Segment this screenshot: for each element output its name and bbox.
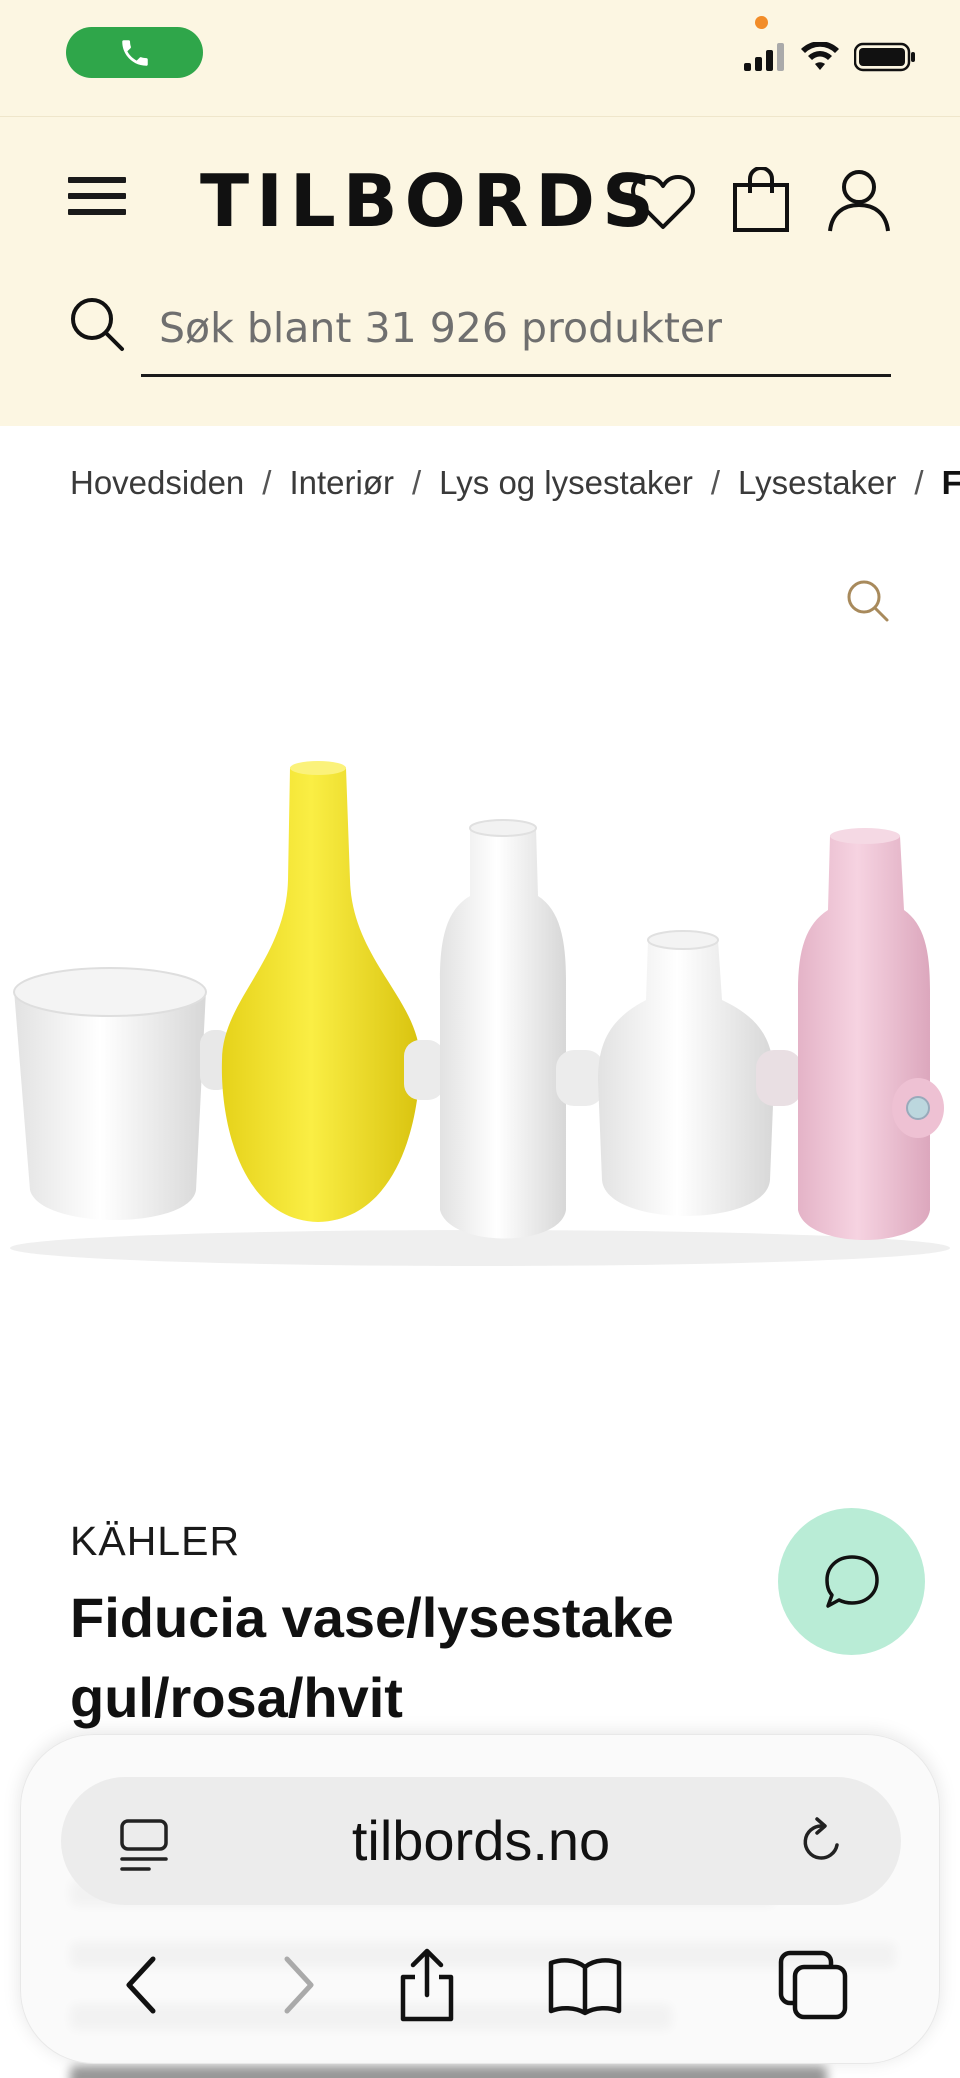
breadcrumb-separator: / xyxy=(914,464,924,501)
site-header: TILBORDS xyxy=(0,116,960,426)
share-button[interactable] xyxy=(387,1945,467,2025)
breadcrumb-link-home[interactable]: Hovedsiden xyxy=(70,464,244,502)
breadcrumb-separator: / xyxy=(411,464,422,501)
call-indicator[interactable] xyxy=(66,27,203,78)
zoom-icon[interactable] xyxy=(845,578,891,624)
book-icon xyxy=(548,1958,622,2016)
address-bar[interactable]: tilbords.no xyxy=(61,1777,901,1905)
battery-icon xyxy=(854,42,915,72)
tabs-icon xyxy=(778,1950,848,2020)
product-title: Fiducia vase/lysestake gul/rosa/hvit xyxy=(70,1586,674,1729)
chat-bubble-icon xyxy=(824,1554,879,1608)
breadcrumb-separator: / xyxy=(710,464,721,501)
product-brand[interactable]: KÄHLER xyxy=(70,1518,240,1565)
search-field[interactable] xyxy=(141,285,891,377)
back-button[interactable] xyxy=(101,1945,181,2025)
chevron-right-icon xyxy=(284,1956,314,2014)
chevron-left-icon xyxy=(126,1956,156,2014)
tabs-button[interactable] xyxy=(773,1945,853,2025)
product-image[interactable] xyxy=(0,700,960,1300)
heart-icon[interactable] xyxy=(630,171,696,233)
breadcrumb: Hovedsiden / Interiør / Lys og lysestake… xyxy=(70,464,960,502)
breadcrumb-link-lights[interactable]: Lys og lysestaker xyxy=(439,464,693,502)
user-icon[interactable] xyxy=(826,167,892,233)
privacy-indicator-dot xyxy=(755,16,768,29)
phone-icon xyxy=(121,39,148,66)
search-input[interactable] xyxy=(141,285,891,371)
breadcrumb-link-interior[interactable]: Interiør xyxy=(289,464,394,502)
reload-icon[interactable] xyxy=(795,1815,849,1869)
browser-nav-row xyxy=(21,1927,941,2047)
status-bar xyxy=(0,0,960,116)
breadcrumb-current: Fid xyxy=(941,464,960,501)
cellular-signal-icon xyxy=(744,43,784,71)
site-logo[interactable]: TILBORDS xyxy=(200,159,661,243)
search-icon[interactable] xyxy=(68,295,126,353)
bookmarks-button[interactable] xyxy=(545,1945,625,2025)
breadcrumb-separator: / xyxy=(262,464,272,501)
hamburger-menu-icon[interactable] xyxy=(68,177,126,225)
browser-toolbar: tilbords.no xyxy=(20,1734,940,2064)
chat-button[interactable] xyxy=(778,1508,925,1655)
url-text[interactable]: tilbords.no xyxy=(61,1777,901,1905)
forward-button[interactable] xyxy=(259,1945,339,2025)
wifi-icon xyxy=(801,42,839,70)
breadcrumb-link-candleholders[interactable]: Lysestaker xyxy=(738,464,896,502)
shopping-bag-icon[interactable] xyxy=(732,167,790,233)
share-icon xyxy=(400,1948,454,2022)
